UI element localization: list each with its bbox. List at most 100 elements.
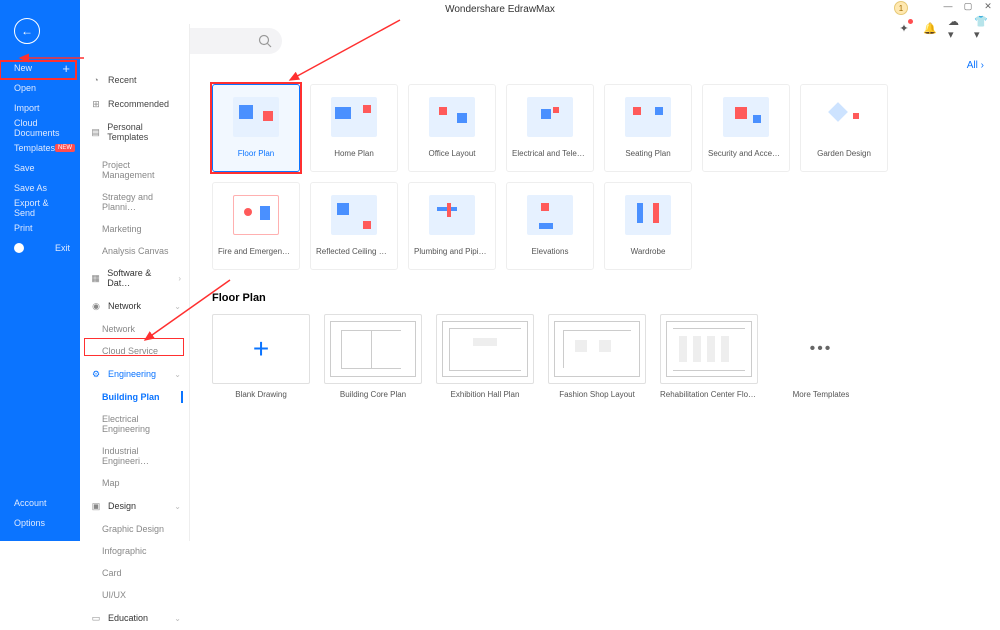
cat-sub[interactable]: UI/UX [80,584,189,606]
tpl-label: Fashion Shop Layout [559,390,635,399]
template-list: +Blank Drawing Building Core Plan Exhibi… [212,314,982,399]
sidebar-label: Templates [14,143,55,153]
cat-sub[interactable]: Marketing [80,218,189,240]
sidebar-label: Import [14,103,40,113]
cat-label: Marketing [102,224,142,234]
sidebar-item-open[interactable]: Open [0,78,80,98]
tile-label: Elevations [528,247,573,256]
folder-icon: ▤ [90,126,101,138]
sidebar-item-import[interactable]: Import [0,98,80,118]
cat-sub[interactable]: Graphic Design [80,518,189,540]
sidebar-item-cloud[interactable]: Cloud Documents [0,118,80,138]
sidebar-label: Exit [55,243,70,253]
thumb-icon [723,97,769,137]
cat-sub[interactable]: Industrial Engineeri… [80,440,189,472]
thumb-icon [527,97,573,137]
cat-recommended[interactable]: ⊞Recommended [80,92,189,116]
app-title: Wondershare EdrawMax [445,4,555,15]
cat-label: Recommended [108,99,169,109]
cat-label: Industrial Engineeri… [102,446,181,466]
minimize-icon[interactable]: — [942,0,954,12]
sidebar-item-export[interactable]: Export & Send [0,198,80,218]
sidebar-label: Save [14,163,35,173]
tile[interactable]: Home Plan [310,84,398,172]
cat-engineering[interactable]: ⚙Engineering⌄ [80,362,189,386]
tile[interactable]: Elevations [506,182,594,270]
tile[interactable]: Wardrobe [604,182,692,270]
cat-label: Software & Dat… [107,268,172,288]
cat-building-plan[interactable]: Building Plan [80,386,189,408]
sidebar-item-saveas[interactable]: Save As [0,178,80,198]
sidebar-item-account[interactable]: Account [0,493,80,513]
tile-floor-plan[interactable]: Floor Plan [212,84,300,172]
template-more[interactable]: •••More Templates [772,314,870,399]
cloud-icon[interactable]: ☁▾ [948,20,964,36]
thumb-icon [233,195,279,235]
sidebar-item-save[interactable]: Save [0,158,80,178]
cat-sub[interactable]: Analysis Canvas [80,240,189,262]
cat-sub[interactable]: Card [80,562,189,584]
thumb-icon [821,97,867,137]
search-icon[interactable] [258,34,272,53]
template-blank[interactable]: +Blank Drawing [212,314,310,399]
gear-icon: ⚙ [90,368,102,380]
sidebar-label: Save As [14,183,47,193]
cat-education[interactable]: ▭Education⌄ [80,606,189,630]
cat-design[interactable]: ▣Design⌄ [80,494,189,518]
sidebar-item-templates[interactable]: Templates NEW [0,138,80,158]
template-item[interactable]: Exhibition Hall Plan [436,314,534,399]
tile[interactable]: Office Layout [408,84,496,172]
tile[interactable]: Electrical and Telecom… [506,84,594,172]
main-area: All › Floor Plan Home Plan Office Layout… [190,56,1000,541]
tile[interactable]: Security and Access Pl… [702,84,790,172]
close-icon[interactable]: ✕ [982,0,994,12]
all-link[interactable]: All › [967,60,984,71]
sidebar-label: Open [14,83,36,93]
clock-icon: ◔ [90,74,102,86]
cat-sub[interactable]: Project Management [80,154,189,186]
sidebar-label: Print [14,223,33,233]
network-icon: ◉ [90,300,102,312]
bell-icon[interactable]: 🔔 [922,20,938,36]
user-badge[interactable]: 1 [894,1,908,15]
cat-label: Project Management [102,160,181,180]
cat-personal[interactable]: ▤ Personal Templates [80,116,189,148]
cat-label: Infographic [102,546,147,556]
thumb-icon [625,97,671,137]
tshirt-icon[interactable]: 👕▾ [974,20,990,36]
tile[interactable]: Garden Design [800,84,888,172]
cat-software[interactable]: ▦Software & Dat…› [80,262,189,294]
cat-label: Engineering [108,369,156,379]
cat-sub[interactable]: Infographic [80,540,189,562]
cat-network[interactable]: ◉Network⌄ [80,294,189,318]
annotation-highlight [84,338,184,356]
tpl-label: Rehabilitation Center Floor Pl… [660,390,758,399]
window-controls: — ▢ ✕ [942,0,994,12]
tile-label: Garden Design [813,149,875,158]
template-item[interactable]: Rehabilitation Center Floor Pl… [660,314,758,399]
cat-sub[interactable]: Network [80,318,189,340]
cat-sub[interactable]: Map [80,472,189,494]
sidebar-item-options[interactable]: Options [0,513,80,533]
cat-label: Analysis Canvas [102,246,169,256]
grid-icon: ▦ [90,272,101,284]
sidebar-item-exit[interactable]: Exit [0,238,80,258]
tile[interactable]: Plumbing and Piping … [408,182,496,270]
cat-label: Personal Templates [107,122,181,142]
cat-label: Electrical Engineering [102,414,181,434]
tile-grid: Floor Plan Home Plan Office Layout Elect… [212,84,982,270]
back-button[interactable]: ← [14,18,40,44]
tile[interactable]: Fire and Emergency Pl… [212,182,300,270]
tile[interactable]: Reflected Ceiling Plan [310,182,398,270]
cat-sub[interactable]: Electrical Engineering [80,408,189,440]
gift-icon[interactable]: ✦ [896,20,912,36]
cat-label: Map [102,478,120,488]
sidebar-item-print[interactable]: Print [0,218,80,238]
cat-recent[interactable]: ◔Recent [80,68,189,92]
cat-sub[interactable]: Strategy and Planni… [80,186,189,218]
thumb-icon [331,97,377,137]
template-item[interactable]: Fashion Shop Layout [548,314,646,399]
tile[interactable]: Seating Plan [604,84,692,172]
template-item[interactable]: Building Core Plan [324,314,422,399]
maximize-icon[interactable]: ▢ [962,0,974,12]
